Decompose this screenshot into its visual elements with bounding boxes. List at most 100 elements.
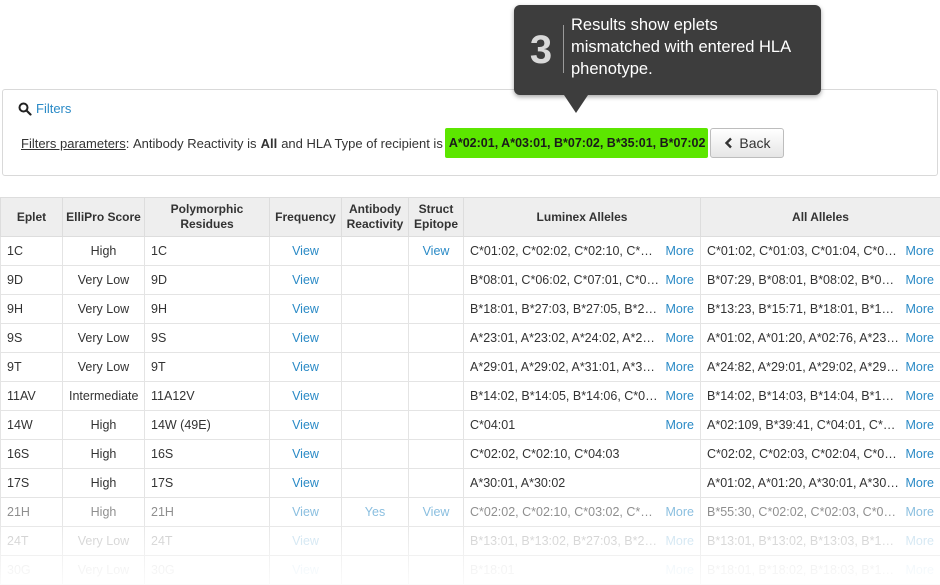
- table-header-row: Eplet ElliPro Score Polymorphic Residues…: [0, 197, 940, 237]
- luminex-alleles-cell-text: A*30:01, A*30:02: [470, 476, 566, 490]
- luminex-alleles-cell-more-link[interactable]: More: [666, 563, 694, 577]
- frequency-view-link[interactable]: View: [269, 265, 342, 295]
- all-alleles-cell-text: B*18:01, B*18:02, B*18:03, B*18:04: [707, 563, 900, 577]
- all-alleles-cell: A*24:82, A*29:01, A*29:02, A*29:03 More: [700, 352, 940, 382]
- polymorphic-cell: 24T: [144, 526, 270, 556]
- ellipro-cell: Very Low: [62, 555, 145, 585]
- all-alleles-cell-text: B*14:02, B*14:03, B*14:04, B*14:05: [707, 389, 900, 403]
- antibody-reactivity-cell: [341, 468, 409, 498]
- polymorphic-cell: 11A12V: [144, 381, 270, 411]
- luminex-alleles-cell-text: B*08:01, C*06:02, C*07:01, C*07:02: [470, 273, 660, 287]
- frequency-view-link[interactable]: View: [269, 381, 342, 411]
- all-alleles-cell-text: C*01:02, C*01:03, C*01:04, C*01:06: [707, 244, 900, 258]
- all-alleles-cell-text: B*55:30, C*02:02, C*02:03, C*02:04: [707, 505, 900, 519]
- all-alleles-cell-more-link[interactable]: More: [906, 389, 934, 403]
- all-alleles-cell-more-link[interactable]: More: [906, 505, 934, 519]
- step-number: 3: [529, 28, 553, 72]
- ellipro-cell: Very Low: [62, 265, 145, 295]
- all-alleles-cell-text: A*02:109, B*39:41, C*04:01, C*04:03: [707, 418, 900, 432]
- ellipro-cell: Very Low: [62, 294, 145, 324]
- frequency-view-link[interactable]: View: [269, 352, 342, 382]
- all-alleles-cell-more-link[interactable]: More: [906, 360, 934, 374]
- luminex-alleles-cell: A*23:01, A*23:02, A*24:02, A*24:03 More: [463, 323, 701, 353]
- all-alleles-cell: B*07:29, B*08:01, B*08:02, B*08:03 More: [700, 265, 940, 295]
- luminex-alleles-cell-more-link[interactable]: More: [666, 244, 694, 258]
- struct-epitope-link: [408, 323, 464, 353]
- luminex-alleles-cell-text: B*18:01, B*27:03, B*27:05, B*27:08: [470, 302, 660, 316]
- table-row: 9D Very Low 9D View B*08:01, C*06:02, C*07:0…: [0, 265, 940, 295]
- struct-epitope-link[interactable]: View: [408, 236, 464, 266]
- header-struct[interactable]: Struct Epitope: [408, 197, 464, 237]
- luminex-alleles-cell-more-link[interactable]: More: [666, 273, 694, 287]
- all-alleles-cell-text: B*13:23, B*15:71, B*18:01, B*18:02: [707, 302, 900, 316]
- header-eplet[interactable]: Eplet: [0, 197, 63, 237]
- frequency-view-link[interactable]: View: [269, 323, 342, 353]
- luminex-alleles-cell-text: C*02:02, C*02:10, C*03:02, C*03:03: [470, 505, 660, 519]
- all-alleles-cell-more-link[interactable]: More: [906, 418, 934, 432]
- table-row: 9S Very Low 9S View A*23:01, A*23:02, A*24:0…: [0, 323, 940, 353]
- luminex-alleles-cell: B*08:01, C*06:02, C*07:01, C*07:02 More: [463, 265, 701, 295]
- all-alleles-cell-text: B*13:01, B*13:02, B*13:03, B*13:04: [707, 534, 900, 548]
- chevron-left-icon: [725, 137, 733, 149]
- frequency-view-link[interactable]: View: [269, 236, 342, 266]
- struct-epitope-link: [408, 352, 464, 382]
- all-alleles-cell: B*14:02, B*14:03, B*14:04, B*14:05 More: [700, 381, 940, 411]
- antibody-reactivity-cell: [341, 352, 409, 382]
- all-alleles-cell-more-link[interactable]: More: [906, 447, 934, 461]
- all-alleles-cell-more-link[interactable]: More: [906, 534, 934, 548]
- all-alleles-cell-more-link[interactable]: More: [906, 331, 934, 345]
- all-alleles-cell-text: B*07:29, B*08:01, B*08:02, B*08:03: [707, 273, 900, 287]
- filters-title[interactable]: Filters: [36, 101, 71, 116]
- filters-toggle[interactable]: Filters: [18, 101, 71, 116]
- frequency-view-link[interactable]: View: [269, 294, 342, 324]
- all-alleles-cell-more-link[interactable]: More: [906, 244, 934, 258]
- filters-colon: :: [125, 135, 130, 151]
- all-alleles-cell-text: C*02:02, C*02:03, C*02:04, C*02:05: [707, 447, 900, 461]
- frequency-view-link[interactable]: View: [269, 497, 342, 527]
- header-frequency[interactable]: Frequency: [269, 197, 342, 237]
- polymorphic-cell: 30G: [144, 555, 270, 585]
- frequency-view-link[interactable]: View: [269, 439, 342, 469]
- reactivity-value: All: [260, 135, 278, 151]
- results-table-wrapper: Eplet ElliPro Score Polymorphic Residues…: [0, 197, 940, 585]
- luminex-alleles-cell-more-link[interactable]: More: [666, 302, 694, 316]
- polymorphic-cell: 9H: [144, 294, 270, 324]
- luminex-alleles-cell-more-link[interactable]: More: [666, 331, 694, 345]
- all-alleles-cell: A*01:02, A*01:20, A*30:01, A*30:02 More: [700, 468, 940, 498]
- back-button[interactable]: Back: [710, 128, 785, 158]
- header-antibody[interactable]: Antibody Reactivity: [341, 197, 409, 237]
- header-ellipro[interactable]: ElliPro Score: [62, 197, 145, 237]
- all-alleles-cell-more-link[interactable]: More: [906, 476, 934, 490]
- antibody-reactivity-cell[interactable]: Yes: [341, 497, 409, 527]
- frequency-view-link[interactable]: View: [269, 555, 342, 585]
- frequency-view-link[interactable]: View: [269, 526, 342, 556]
- header-luminex[interactable]: Luminex Alleles: [463, 197, 701, 237]
- header-all-alleles[interactable]: All Alleles: [700, 197, 940, 237]
- all-alleles-cell-more-link[interactable]: More: [906, 273, 934, 287]
- eplet-cell: 9D: [0, 265, 63, 295]
- luminex-alleles-cell-more-link[interactable]: More: [666, 389, 694, 403]
- luminex-alleles-cell-more-link[interactable]: More: [666, 418, 694, 432]
- luminex-alleles-cell-more-link[interactable]: More: [666, 505, 694, 519]
- eplet-cell: 21H: [0, 497, 63, 527]
- luminex-alleles-cell-more-link[interactable]: More: [666, 534, 694, 548]
- table-row: 9T Very Low 9T View A*29:01, A*29:02, A*31:0…: [0, 352, 940, 382]
- struct-epitope-link[interactable]: View: [408, 497, 464, 527]
- all-alleles-cell-more-link[interactable]: More: [906, 302, 934, 316]
- antibody-reactivity-cell: [341, 236, 409, 266]
- frequency-view-link[interactable]: View: [269, 410, 342, 440]
- luminex-alleles-cell-text: C*02:02, C*02:10, C*04:03: [470, 447, 620, 461]
- table-row: 24T Very Low 24T View B*13:01, B*13:02, B*27…: [0, 526, 940, 556]
- table-row: 21H High 21H View Yes View C*02:02, C*02:10, C…: [0, 497, 940, 527]
- luminex-alleles-cell: B*18:01, B*27:03, B*27:05, B*27:08 More: [463, 294, 701, 324]
- all-alleles-cell-more-link[interactable]: More: [906, 563, 934, 577]
- luminex-alleles-cell-more-link[interactable]: More: [666, 360, 694, 374]
- eplet-cell: 9T: [0, 352, 63, 382]
- all-alleles-cell: A*02:109, B*39:41, C*04:01, C*04:03 More: [700, 410, 940, 440]
- filters-parameters-link[interactable]: Filters parameters: [21, 136, 126, 151]
- ellipro-cell: High: [62, 410, 145, 440]
- frequency-view-link[interactable]: View: [269, 468, 342, 498]
- header-polymorphic[interactable]: Polymorphic Residues: [144, 197, 270, 237]
- eplet-cell: 14W: [0, 410, 63, 440]
- luminex-alleles-cell-text: B*13:01, B*13:02, B*27:03, B*27:05: [470, 534, 660, 548]
